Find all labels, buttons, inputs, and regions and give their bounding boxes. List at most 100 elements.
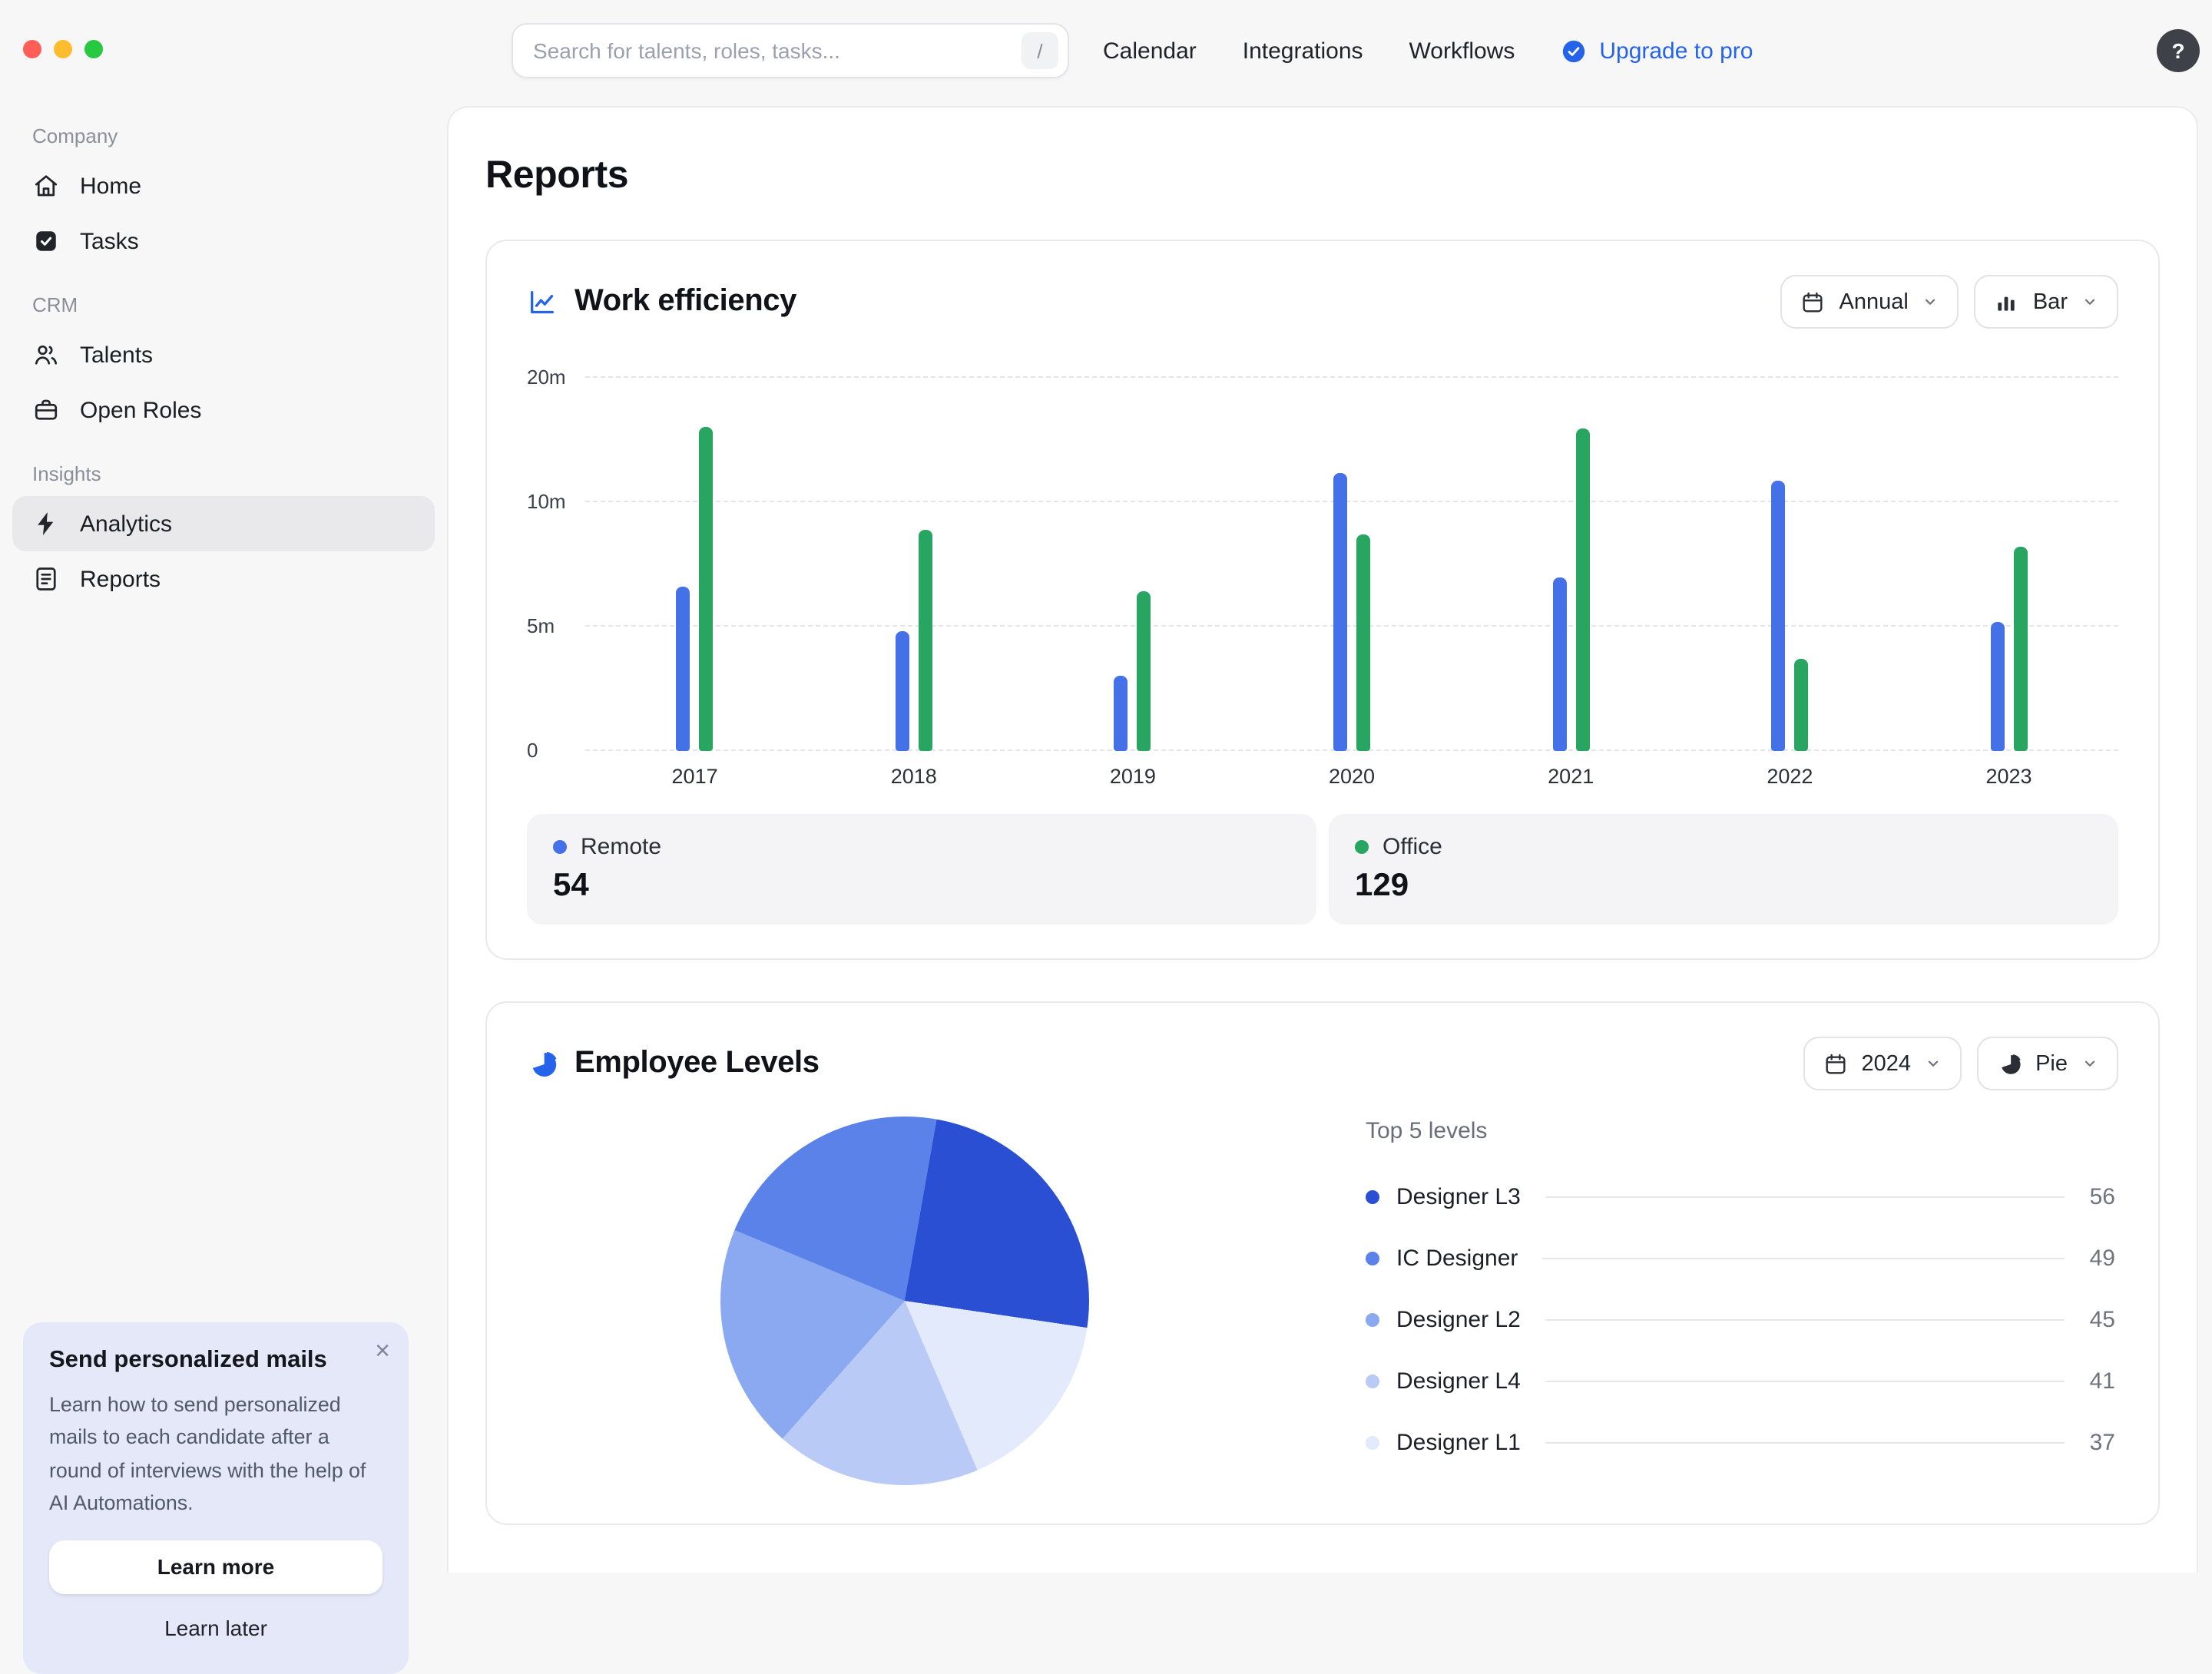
level-label: IC Designer	[1396, 1245, 1518, 1271]
upgrade-label: Upgrade to pro	[1599, 38, 1753, 65]
period-select[interactable]: Annual	[1781, 275, 1959, 329]
level-line	[1545, 1441, 2065, 1443]
level-line	[1545, 1380, 2065, 1381]
level-row: IC Designer49	[1366, 1227, 2115, 1289]
level-row: Designer L245	[1366, 1289, 2115, 1350]
x-axis-label: 2021	[1462, 765, 1681, 788]
minimize-window-button[interactable]	[54, 40, 72, 58]
sidebar-item-analytics[interactable]: Analytics	[12, 496, 435, 551]
topbar: / Calendar Integrations Workflows Upgrade …	[0, 0, 2212, 103]
chart-column	[1681, 362, 1899, 751]
employee-levels-title: Employee Levels	[575, 1046, 820, 1081]
chart-column	[804, 362, 1023, 751]
bar-office	[2014, 547, 2028, 751]
bar-office	[1137, 592, 1151, 751]
chart-type-select[interactable]: Bar	[1975, 275, 2118, 329]
sidebar-item-open-roles[interactable]: Open Roles	[12, 382, 435, 438]
bar-office	[1356, 534, 1370, 751]
search-input[interactable]	[533, 38, 1022, 63]
chart-column	[1899, 362, 2118, 751]
year-select-label: 2024	[1862, 1051, 1912, 1076]
office-dot-icon	[1355, 840, 1369, 854]
employee-levels-body: Top 5 levels Designer L356IC Designer49D…	[527, 1090, 2118, 1487]
sidebar-item-reports[interactable]: Reports	[12, 551, 435, 607]
nav-item-workflows[interactable]: Workflows	[1409, 38, 1515, 65]
work-efficiency-title: Work efficiency	[575, 284, 796, 319]
sidebar-nav: CompanyHomeTasksCRMTalentsOpen RolesInsi…	[12, 124, 435, 607]
pie-chart	[720, 1117, 1089, 1485]
x-axis-label: 2019	[1023, 765, 1242, 788]
work-efficiency-header: Work efficiency Annual Bar	[527, 275, 2118, 329]
pie-type-select[interactable]: Pie	[1977, 1037, 2118, 1090]
bar-group	[677, 428, 714, 751]
bar-group	[1991, 547, 2028, 751]
tasks-icon	[32, 227, 60, 255]
bar-office	[700, 428, 714, 751]
promo-body: Learn how to send personalized mails to …	[49, 1388, 382, 1520]
level-value: 37	[2090, 1429, 2115, 1455]
sidebar-item-talents[interactable]: Talents	[12, 327, 435, 382]
nav-item-integrations[interactable]: Integrations	[1243, 38, 1363, 65]
bar-group	[1771, 481, 1808, 751]
chart-plot	[585, 362, 2118, 751]
reports-icon	[32, 565, 60, 593]
bar-remote	[896, 632, 909, 752]
pie-chart-icon	[1997, 1051, 2022, 1076]
bar-office	[919, 530, 932, 751]
bar-remote	[1114, 677, 1128, 751]
close-window-button[interactable]	[23, 40, 41, 58]
calendar-icon	[1801, 289, 1826, 314]
learn-more-button[interactable]: Learn more	[49, 1540, 382, 1594]
window-controls	[23, 40, 103, 58]
summary-remote-value: 54	[553, 868, 1290, 905]
chevron-down-icon	[1922, 293, 1939, 310]
open-roles-icon	[32, 396, 60, 424]
sidebar: CompanyHomeTasksCRMTalentsOpen RolesInsi…	[0, 103, 447, 1573]
level-row: Designer L137	[1366, 1411, 2115, 1473]
summary-remote-header: Remote	[553, 834, 1290, 860]
summary-office-value: 129	[1355, 868, 2092, 905]
analytics-icon	[32, 510, 60, 538]
level-row: Designer L3 56	[1366, 1166, 2115, 1227]
chevron-down-icon	[1925, 1055, 1942, 1072]
promo-title: Send personalized mails	[49, 1347, 382, 1375]
x-axis-label: 2020	[1242, 765, 1461, 788]
check-circle-icon	[1561, 38, 1587, 65]
levels-list-title: Top 5 levels	[1366, 1118, 2115, 1144]
learn-later-button[interactable]: Learn later	[49, 1616, 382, 1640]
x-axis-label: 2023	[1899, 765, 2118, 788]
bar-group	[1333, 472, 1370, 751]
x-axis-label: 2018	[804, 765, 1023, 788]
upgrade-to-pro-link[interactable]: Upgrade to pro	[1561, 38, 1753, 65]
search-bar[interactable]: /	[512, 23, 1069, 78]
pie-chart-icon	[527, 1048, 558, 1079]
close-icon[interactable]: ×	[375, 1336, 390, 1367]
bar-chart-icon	[1995, 289, 2019, 314]
level-value: 56	[2090, 1183, 2115, 1209]
level-dot-icon	[1366, 1435, 1379, 1449]
calendar-icon	[1823, 1051, 1848, 1076]
summary-remote: Remote 54	[527, 814, 1316, 925]
chart-summary: Remote 54 Office 129	[527, 814, 2118, 925]
sidebar-item-label: Reports	[80, 566, 161, 592]
zoom-window-button[interactable]	[84, 40, 103, 58]
sidebar-item-label: Talents	[80, 342, 153, 368]
bar-remote	[677, 587, 690, 751]
level-label: Designer L3	[1396, 1183, 1521, 1209]
sidebar-item-home[interactable]: Home	[12, 158, 435, 213]
work-efficiency-filters: Annual Bar	[1781, 275, 2118, 329]
y-axis-tick: 0	[527, 739, 576, 763]
level-label: Designer L4	[1396, 1368, 1521, 1394]
nav-item-calendar[interactable]: Calendar	[1103, 38, 1197, 65]
level-dot-icon	[1366, 1312, 1379, 1326]
summary-remote-label: Remote	[581, 834, 661, 860]
promo-card: × Send personalized mails Learn how to s…	[23, 1322, 409, 1674]
bar-remote	[1333, 472, 1347, 751]
chevron-down-icon	[2081, 1055, 2098, 1072]
help-button[interactable]: ?	[2157, 29, 2200, 72]
sidebar-item-label: Home	[80, 173, 141, 199]
remote-dot-icon	[553, 840, 567, 854]
year-select[interactable]: 2024	[1803, 1037, 1962, 1090]
sidebar-item-tasks[interactable]: Tasks	[12, 213, 435, 269]
level-dot-icon	[1366, 1374, 1379, 1388]
